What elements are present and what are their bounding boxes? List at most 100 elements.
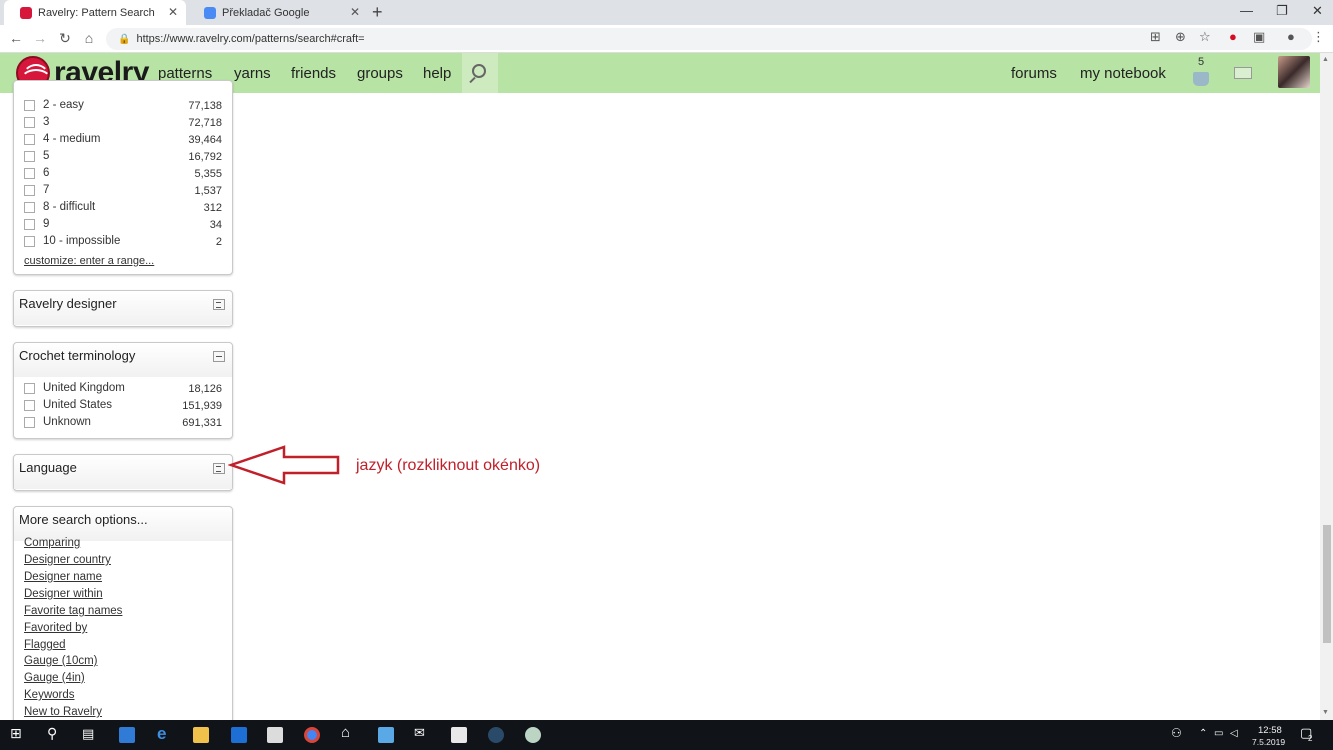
checkbox[interactable] bbox=[24, 383, 35, 394]
filter-row[interactable]: 4 - medium 39,464 bbox=[24, 132, 222, 149]
filter-row[interactable]: 9 34 bbox=[24, 217, 222, 234]
panel-title: Language bbox=[19, 460, 77, 475]
url-field[interactable]: 🔒 https://www.ravelry.com/patterns/searc… bbox=[106, 28, 1312, 50]
people-icon[interactable]: ⚇ bbox=[1171, 726, 1187, 742]
checkbox[interactable] bbox=[24, 219, 35, 230]
collapse-icon[interactable] bbox=[213, 351, 225, 362]
menu-dots-icon[interactable]: ⋮ bbox=[1312, 29, 1325, 45]
filter-row[interactable]: 6 5,355 bbox=[24, 166, 222, 183]
clock-date[interactable]: 7.5.2019 bbox=[1252, 737, 1285, 747]
tab-ravelry[interactable]: Ravelry: Pattern Search ✕ bbox=[4, 0, 186, 25]
option-link-keywords[interactable]: Keywords bbox=[24, 689, 75, 701]
nav-my-notebook[interactable]: my notebook bbox=[1080, 65, 1166, 82]
forward-icon[interactable]: → bbox=[31, 30, 49, 46]
option-link-flagged[interactable]: Flagged bbox=[24, 639, 66, 651]
filter-row[interactable]: 7 1,537 bbox=[24, 183, 222, 200]
ravelry-designer-panel: Ravelry designer bbox=[13, 290, 233, 327]
nav-yarns[interactable]: yarns bbox=[234, 65, 271, 82]
minimize-icon[interactable]: — bbox=[1240, 3, 1253, 18]
scroll-thumb[interactable] bbox=[1323, 525, 1331, 643]
address-bar: ← → ↻ ⌂ 🔒 https://www.ravelry.com/patter… bbox=[0, 25, 1333, 53]
option-link-designer-name[interactable]: Designer name bbox=[24, 571, 102, 583]
filter-row[interactable]: United States 151,939 bbox=[24, 398, 222, 415]
edge-icon[interactable]: e bbox=[157, 724, 173, 743]
scroll-down-icon[interactable]: ▼ bbox=[1322, 709, 1329, 716]
bookmark-star-icon[interactable]: ☆ bbox=[1199, 29, 1211, 45]
pinterest-icon[interactable]: ● bbox=[1229, 29, 1237, 44]
profile-icon[interactable]: ● bbox=[1287, 29, 1295, 44]
chrome-icon[interactable] bbox=[304, 727, 320, 743]
nav-forums[interactable]: forums bbox=[1011, 65, 1057, 82]
reload-icon[interactable]: ↻ bbox=[56, 30, 74, 47]
page-scrollbar[interactable]: ▲ ▼ bbox=[1320, 53, 1333, 720]
back-icon[interactable]: ← bbox=[7, 30, 25, 46]
windows-start-icon[interactable]: ⊞ bbox=[10, 725, 26, 741]
checkbox[interactable] bbox=[24, 151, 35, 162]
filter-row[interactable]: 3 72,718 bbox=[24, 115, 222, 132]
window-close-icon[interactable]: ✕ bbox=[1312, 3, 1323, 19]
camera-extension-icon[interactable]: ▣ bbox=[1253, 29, 1265, 45]
option-link-gauge-10cm[interactable]: Gauge (10cm) bbox=[24, 655, 98, 667]
home-app-icon[interactable]: ⌂ bbox=[341, 724, 357, 741]
scroll-up-icon[interactable]: ▲ bbox=[1322, 56, 1329, 63]
search-button[interactable] bbox=[462, 53, 498, 93]
desktop-app-icon[interactable] bbox=[119, 727, 135, 743]
nav-friends[interactable]: friends bbox=[291, 65, 336, 82]
nav-groups[interactable]: groups bbox=[357, 65, 403, 82]
search-icon[interactable]: ⚲ bbox=[47, 725, 63, 741]
user-avatar[interactable] bbox=[1278, 56, 1310, 88]
option-link-comparing[interactable]: Comparing bbox=[24, 537, 80, 549]
clock-time[interactable]: 12:58 bbox=[1258, 725, 1282, 736]
option-link-favorited-by[interactable]: Favorited by bbox=[24, 622, 87, 634]
basket-icon[interactable] bbox=[1193, 72, 1209, 86]
steam-icon[interactable] bbox=[488, 727, 504, 743]
customize-range-link[interactable]: customize: enter a range... bbox=[24, 255, 154, 267]
new-tab-button[interactable]: + bbox=[372, 2, 383, 23]
game-app-icon[interactable] bbox=[525, 727, 541, 743]
filter-row[interactable]: 8 - difficult 312 bbox=[24, 200, 222, 217]
option-link-designer-within[interactable]: Designer within bbox=[24, 588, 103, 600]
close-icon[interactable]: ✕ bbox=[350, 5, 360, 19]
url-text: https://www.ravelry.com/patterns/search#… bbox=[136, 33, 365, 45]
file-explorer-icon[interactable] bbox=[193, 727, 209, 743]
filter-row[interactable]: United Kingdom 18,126 bbox=[24, 381, 222, 398]
option-link-gauge-4in[interactable]: Gauge (4in) bbox=[24, 672, 85, 684]
expand-icon[interactable] bbox=[213, 299, 225, 310]
home-icon[interactable]: ⌂ bbox=[80, 30, 98, 46]
filter-row[interactable]: 5 16,792 bbox=[24, 149, 222, 166]
envelope-icon[interactable]: ✉ bbox=[414, 725, 430, 741]
checkbox[interactable] bbox=[24, 100, 35, 111]
checkbox[interactable] bbox=[24, 168, 35, 179]
filter-row[interactable]: Unknown 691,331 bbox=[24, 415, 222, 432]
battery-icon[interactable]: ▭ bbox=[1214, 728, 1230, 744]
option-link-favorite-tag-names[interactable]: Favorite tag names bbox=[24, 605, 122, 617]
filter-row[interactable]: 2 - easy 77,138 bbox=[24, 98, 222, 115]
tab-google-translate[interactable]: Překladač Google ✕ bbox=[188, 0, 368, 25]
translate-icon[interactable]: ⊞ bbox=[1150, 29, 1161, 45]
checkbox[interactable] bbox=[24, 400, 35, 411]
zoom-icon[interactable]: ⊕ bbox=[1175, 29, 1186, 45]
volume-icon[interactable]: ◁ bbox=[1230, 728, 1246, 744]
option-link-new-to-ravelry[interactable]: New to Ravelry bbox=[24, 706, 102, 718]
store-icon[interactable] bbox=[267, 727, 283, 743]
restore-icon[interactable]: ❐ bbox=[1276, 3, 1288, 19]
nav-help[interactable]: help bbox=[423, 65, 451, 82]
app-icon[interactable] bbox=[378, 727, 394, 743]
task-view-icon[interactable]: ▤ bbox=[82, 726, 98, 742]
checkbox[interactable] bbox=[24, 185, 35, 196]
checkbox[interactable] bbox=[24, 417, 35, 428]
mail-app-icon[interactable] bbox=[231, 727, 247, 743]
checkbox[interactable] bbox=[24, 202, 35, 213]
checkbox[interactable] bbox=[24, 117, 35, 128]
filter-row[interactable]: 10 - impossible 2 bbox=[24, 234, 222, 251]
checkbox[interactable] bbox=[24, 134, 35, 145]
option-link-designer-country[interactable]: Designer country bbox=[24, 554, 111, 566]
more-search-options-panel: More search options... Comparing Designe… bbox=[13, 506, 233, 726]
tray-expand-icon[interactable]: ⌃ bbox=[1199, 728, 1215, 744]
close-icon[interactable]: ✕ bbox=[168, 5, 178, 19]
expand-icon[interactable] bbox=[213, 463, 225, 474]
window-app-icon[interactable] bbox=[451, 727, 467, 743]
mail-icon[interactable] bbox=[1234, 67, 1252, 79]
browser-tab-strip: Ravelry: Pattern Search ✕ Překladač Goog… bbox=[0, 0, 1333, 25]
checkbox[interactable] bbox=[24, 236, 35, 247]
